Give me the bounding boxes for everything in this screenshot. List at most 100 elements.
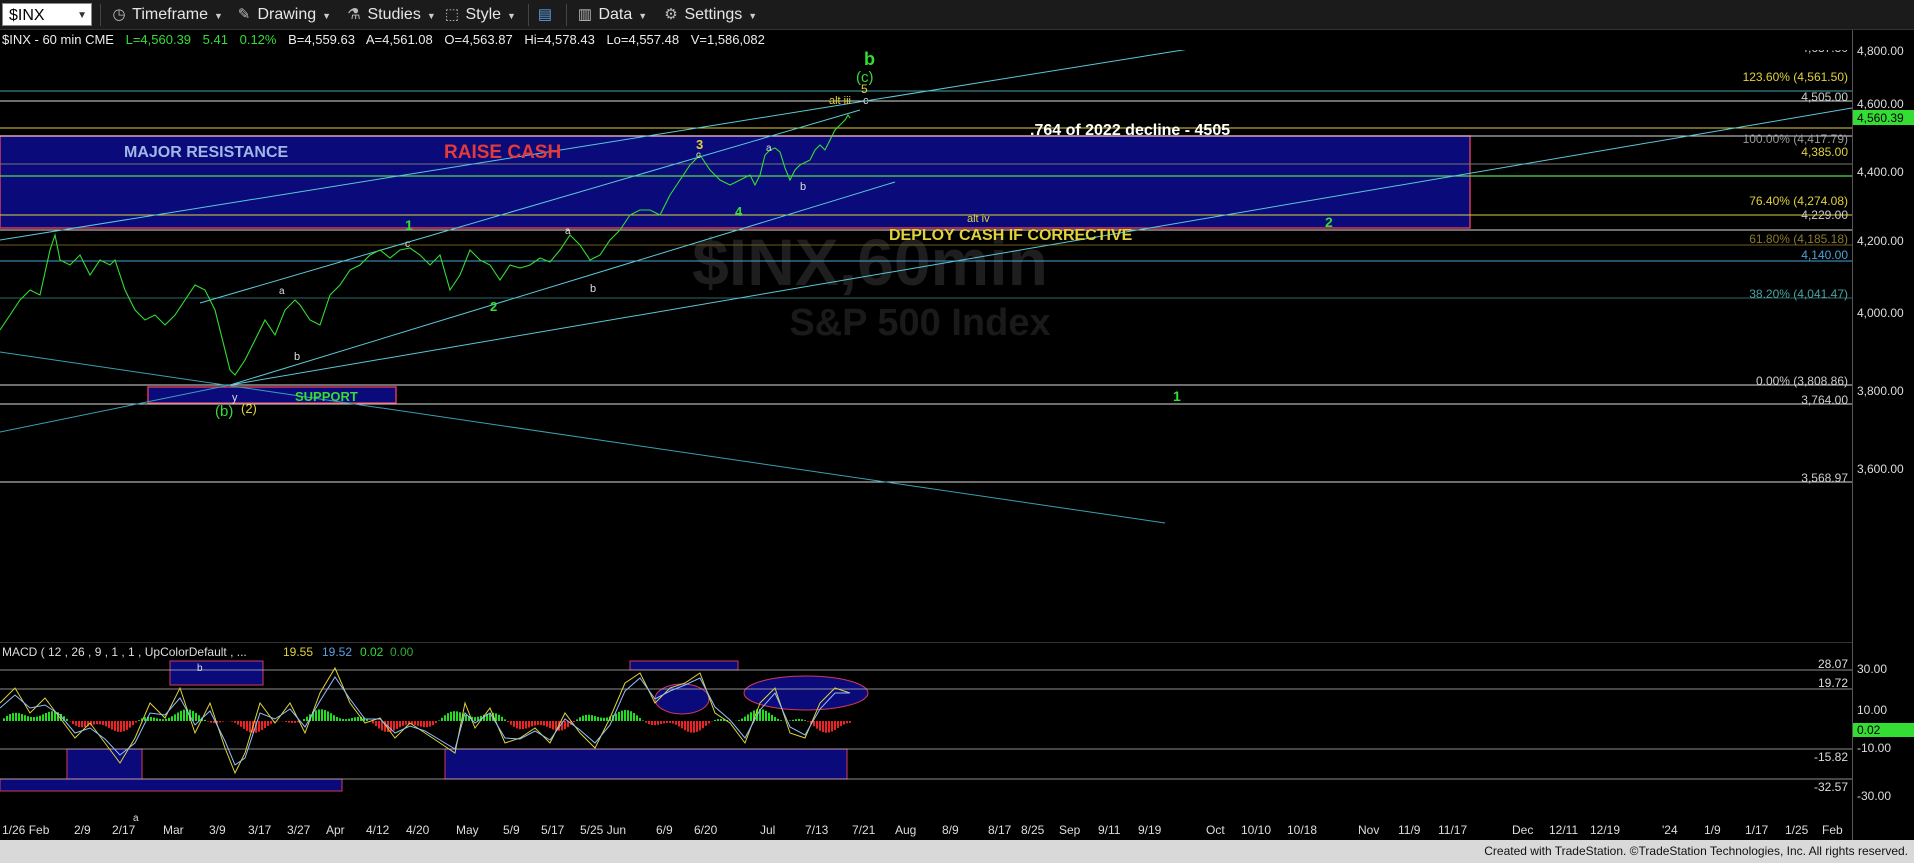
- macd-histogram-bar: [114, 721, 116, 731]
- macd-histogram-bar: [72, 721, 74, 724]
- trendline-declining[interactable]: [0, 351, 1166, 524]
- macd-histogram-bar: [327, 711, 329, 721]
- macd-histogram-bar: [774, 717, 776, 721]
- style-button[interactable]: ⬚ Style ▼: [443, 4, 516, 26]
- macd-histogram-bar: [330, 713, 332, 721]
- layout-icon: ▤: [537, 6, 553, 23]
- price-chart-pane[interactable]: $INX,60min S&P 500 Index MAJOR RESISTANC…: [0, 33, 1853, 642]
- macd-histogram-bar: [645, 721, 647, 723]
- time-axis[interactable]: 1/26 Feb 2/9 2/17 Mar 3/9 3/17 3/27 Apr 4/12 4/20…: [0, 820, 1852, 840]
- time-axis-label: 9/11: [1098, 823, 1121, 837]
- chevron-down-icon: ▼: [748, 11, 758, 21]
- studies-button[interactable]: ⚗ Studies ▼: [345, 4, 435, 26]
- toolbar-divider: [528, 4, 529, 26]
- time-axis-label: 5/17: [541, 823, 565, 837]
- macd-tick: 10.00: [1857, 703, 1887, 717]
- time-axis-label: 1/25: [1785, 823, 1809, 837]
- toolbar: $INX ▼ ◷ Timeframe ▼ ✎ Drawing ▼ ⚗ Studies…: [0, 0, 1914, 30]
- macd-histogram-bar: [150, 716, 152, 721]
- wave-label: 2: [490, 299, 497, 314]
- time-axis-label: 8/17: [988, 823, 1012, 837]
- macd-histogram-bar: [132, 721, 134, 726]
- ask-price: A=4,561.08: [365, 32, 433, 47]
- macd-histogram-bar: [504, 719, 506, 721]
- price-tick: 4,200.00: [1857, 234, 1904, 248]
- price-chart-svg: $INX,60min S&P 500 Index MAJOR RESISTANC…: [0, 33, 1853, 524]
- macd-histogram-bar: [210, 721, 212, 723]
- macd-histogram-bar: [708, 721, 710, 724]
- macd-histogram-bar: [426, 721, 428, 728]
- wave-label: (b): [215, 403, 233, 420]
- macd-histogram-bar: [693, 721, 695, 733]
- macd-histogram-bar: [450, 711, 452, 721]
- data-button[interactable]: ▥ Data ▼: [576, 4, 647, 26]
- macd-level-label: 19.72: [1818, 676, 1848, 690]
- macd-histogram-bar: [306, 716, 308, 721]
- macd-histogram-bar: [513, 721, 515, 727]
- macd-histogram-bar: [129, 721, 131, 728]
- macd-histogram-bar: [720, 718, 722, 721]
- macd-histogram-bar: [156, 718, 158, 721]
- macd-histogram-bar: [792, 719, 794, 721]
- wave-label: (2): [241, 401, 257, 416]
- macd-histogram-bar: [474, 717, 476, 721]
- alt-iii-label: alt iii: [829, 95, 851, 107]
- macd-histogram-bar: [45, 713, 47, 721]
- macd-histogram-bar: [372, 721, 374, 724]
- macd-histogram-bar: [246, 721, 248, 731]
- macd-svg: MACD ( 12 , 26 , 9 , 1 , 1 , UpColorDefa…: [0, 645, 1852, 824]
- data-label: Data: [598, 6, 633, 23]
- macd-box: [0, 778, 343, 792]
- macd-histogram-bar: [171, 716, 173, 721]
- macd-histogram-bar: [429, 721, 431, 727]
- time-axis-label: 6/20: [694, 823, 718, 837]
- time-axis-label: 1/17: [1745, 823, 1769, 837]
- macd-histogram-bar: [606, 717, 608, 721]
- volume: V=1,586,082: [690, 32, 765, 47]
- raise-cash-label: RAISE CASH: [444, 142, 561, 163]
- symbol-input[interactable]: $INX ▼: [2, 3, 92, 26]
- fib-level-label: 61.80% (4,185.18): [1749, 232, 1848, 246]
- macd-histogram-bar: [522, 721, 524, 730]
- time-axis-label: 5/25 Jun: [580, 823, 626, 837]
- macd-histogram-bar: [582, 715, 584, 721]
- drawing-button[interactable]: ✎ Drawing ▼: [235, 4, 331, 26]
- macd-histogram-bar: [846, 721, 848, 724]
- chevron-down-icon[interactable]: ▼: [77, 4, 87, 27]
- macd-histogram-bar: [165, 718, 167, 721]
- time-axis-label: 1/9: [1704, 823, 1721, 837]
- settings-button[interactable]: ⚙ Settings ▼: [662, 4, 757, 26]
- time-axis-label: 12/19: [1590, 823, 1620, 837]
- studies-label: Studies: [367, 6, 421, 23]
- macd-histogram-bar: [654, 721, 656, 726]
- macd-histogram-bar: [105, 721, 107, 727]
- macd-histogram-bar: [303, 718, 305, 721]
- macd-histogram-bar: [459, 712, 461, 721]
- macd-histogram-bar: [336, 716, 338, 721]
- time-axis-label: 12/11: [1549, 823, 1578, 837]
- wave-label: 2: [1325, 214, 1333, 230]
- macd-histogram-bar: [48, 711, 50, 721]
- gear-icon: ⚙: [664, 6, 678, 23]
- timeframe-button[interactable]: ◷ Timeframe ▼: [110, 4, 222, 26]
- macd-histogram-bar: [195, 712, 197, 721]
- price-axis[interactable]: 4,800.00 4,600.00 4,560.39 4,400.00 4,20…: [1852, 30, 1914, 840]
- macd-indicator-pane[interactable]: MACD ( 12 , 26 , 9 , 1 , 1 , UpColorDefa…: [0, 642, 1852, 824]
- trendline-fan-left[interactable]: [0, 384, 231, 433]
- alt-iv-label: alt iv: [967, 213, 990, 225]
- macd-histogram-bar: [24, 715, 26, 721]
- macd-value-tag-label: 0.02: [1857, 723, 1881, 737]
- macd-histogram-bar: [639, 717, 641, 721]
- layout-button[interactable]: ▤: [536, 4, 554, 26]
- macd-histogram-bar: [684, 721, 686, 731]
- support-zone[interactable]: [147, 386, 397, 404]
- macd-histogram-bar: [444, 715, 446, 721]
- macd-histogram-bar: [375, 721, 377, 727]
- time-axis-label: 5/9: [503, 823, 520, 837]
- style-label: Style: [465, 6, 502, 23]
- macd-histogram-bar: [813, 721, 815, 727]
- macd-histogram-bar: [585, 714, 587, 721]
- macd-box: [444, 748, 848, 780]
- macd-histogram-bar: [741, 718, 743, 721]
- macd-histogram-bar: [657, 721, 659, 725]
